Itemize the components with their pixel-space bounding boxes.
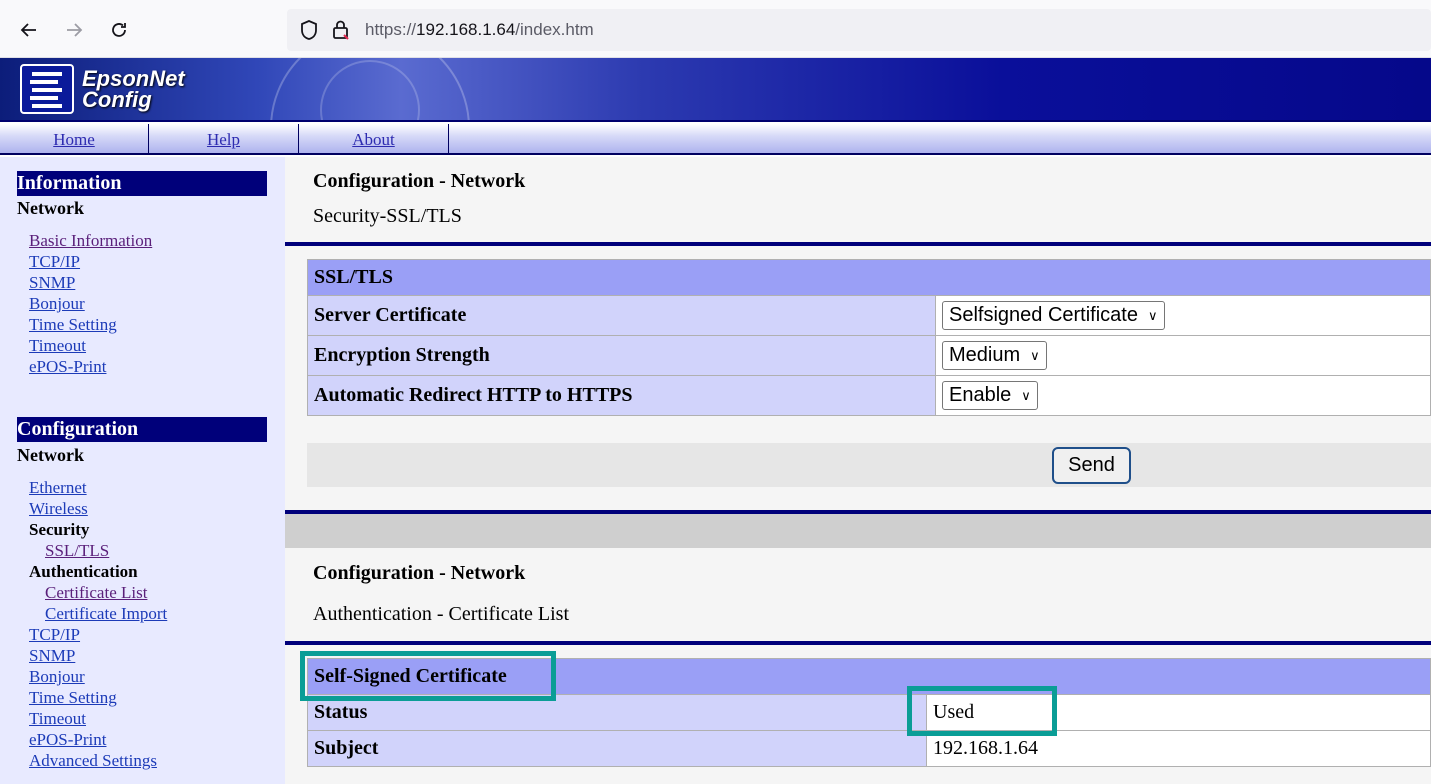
lock-icon[interactable]	[331, 19, 351, 41]
menu-about-link[interactable]: About	[352, 130, 395, 149]
shield-icon[interactable]	[299, 19, 319, 41]
highlight-box-header	[300, 651, 556, 701]
sidebar-heading-configuration: Configuration	[17, 417, 267, 442]
sidebar-item-config-bonjour[interactable]: Bonjour	[29, 667, 85, 687]
menu-home-link[interactable]: Home	[53, 130, 95, 149]
divider	[285, 641, 1431, 645]
app-logo-text: EpsonNet Config	[82, 66, 185, 112]
sidebar-item-timeout[interactable]: Timeout	[29, 336, 86, 356]
sidebar-item-bonjour[interactable]: Bonjour	[29, 294, 85, 314]
sidebar-item-advanced-settings[interactable]: Advanced Settings	[29, 751, 157, 771]
sidebar-item-config-epos-print[interactable]: ePOS-Print	[29, 730, 106, 750]
send-bar: Send	[307, 443, 1431, 487]
arrow-left-icon	[20, 23, 36, 37]
sidebar-subheading-config-network: Network	[17, 445, 84, 465]
sidebar-item-time-setting[interactable]: Time Setting	[29, 315, 117, 335]
sidebar-item-certificate-list[interactable]: Certificate List	[45, 583, 147, 603]
sidebar-item-ssl-tls[interactable]: SSL/TLS	[45, 541, 109, 561]
chevron-down-icon: ∨	[1147, 308, 1158, 324]
divider	[285, 242, 1431, 246]
sidebar-item-certificate-import[interactable]: Certificate Import	[45, 604, 167, 624]
encryption-strength-label: Encryption Strength	[307, 335, 936, 376]
server-certificate-select[interactable]: Selfsigned Certificate ∨	[942, 301, 1165, 330]
arrow-right-icon	[67, 23, 83, 37]
section-title: Configuration - Network	[313, 562, 526, 584]
menu-help-link[interactable]: Help	[207, 130, 240, 149]
sidebar-item-snmp[interactable]: SNMP	[29, 273, 75, 293]
sidebar: Information Network Basic Information TC…	[0, 157, 285, 784]
url-text: https://192.168.1.64/index.htm	[365, 20, 594, 39]
sidebar-item-basic-information[interactable]: Basic Information	[29, 231, 152, 251]
sidebar-label-security: Security	[29, 520, 90, 539]
sidebar-item-config-time-setting[interactable]: Time Setting	[29, 688, 117, 708]
table-row: Encryption Strength Medium ∨	[307, 335, 1431, 376]
server-certificate-label: Server Certificate	[307, 295, 936, 336]
back-button[interactable]	[11, 12, 47, 48]
chevron-down-icon: ∨	[1021, 388, 1031, 404]
sidebar-subheading-network: Network	[17, 198, 84, 218]
epson-logo-icon	[20, 64, 74, 114]
redirect-https-select[interactable]: Enable ∨	[942, 381, 1038, 410]
section-separator	[285, 514, 1431, 548]
page-subtitle: Security-SSL/TLS	[313, 205, 462, 227]
sidebar-item-tcpip[interactable]: TCP/IP	[29, 252, 80, 272]
sidebar-item-epos-print[interactable]: ePOS-Print	[29, 357, 106, 377]
menu-home[interactable]: Home	[0, 124, 149, 155]
chevron-down-icon: ∨	[1030, 348, 1040, 364]
menu-about[interactable]: About	[299, 124, 449, 155]
sidebar-item-ethernet[interactable]: Ethernet	[29, 478, 87, 498]
app-banner: EpsonNet Config	[0, 58, 1431, 122]
page-title: Configuration - Network	[313, 170, 526, 192]
reload-icon	[112, 23, 126, 37]
table-row: Subject 192.168.1.64	[307, 730, 1431, 767]
sidebar-item-config-snmp[interactable]: SNMP	[29, 646, 75, 666]
sidebar-item-config-tcpip[interactable]: TCP/IP	[29, 625, 80, 645]
reload-button[interactable]	[101, 12, 137, 48]
sidebar-heading-information: Information	[17, 171, 267, 196]
main-content: Configuration - Network Security-SSL/TLS…	[285, 157, 1431, 784]
forward-button[interactable]	[56, 12, 92, 48]
browser-toolbar: https://192.168.1.64/index.htm	[0, 0, 1431, 58]
sidebar-item-wireless[interactable]: Wireless	[29, 499, 88, 519]
send-button[interactable]: Send	[1052, 447, 1131, 484]
redirect-https-label: Automatic Redirect HTTP to HTTPS	[307, 375, 936, 416]
table-header: SSL/TLS	[307, 259, 1431, 296]
menu-help[interactable]: Help	[149, 124, 299, 155]
table-row: Server Certificate Selfsigned Certificat…	[307, 295, 1431, 336]
section-subtitle: Authentication - Certificate List	[313, 603, 570, 625]
ssl-tls-table: SSL/TLS Server Certificate Selfsigned Ce…	[307, 259, 1431, 416]
subject-label: Subject	[307, 730, 927, 767]
sidebar-label-authentication: Authentication	[29, 562, 138, 581]
top-menu: Home Help About	[0, 124, 1431, 155]
encryption-strength-select[interactable]: Medium ∨	[942, 341, 1047, 370]
sidebar-item-config-timeout[interactable]: Timeout	[29, 709, 86, 729]
highlight-box-status	[907, 686, 1057, 736]
address-bar[interactable]: https://192.168.1.64/index.htm	[287, 9, 1431, 51]
table-row: Automatic Redirect HTTP to HTTPS Enable ∨	[307, 375, 1431, 416]
